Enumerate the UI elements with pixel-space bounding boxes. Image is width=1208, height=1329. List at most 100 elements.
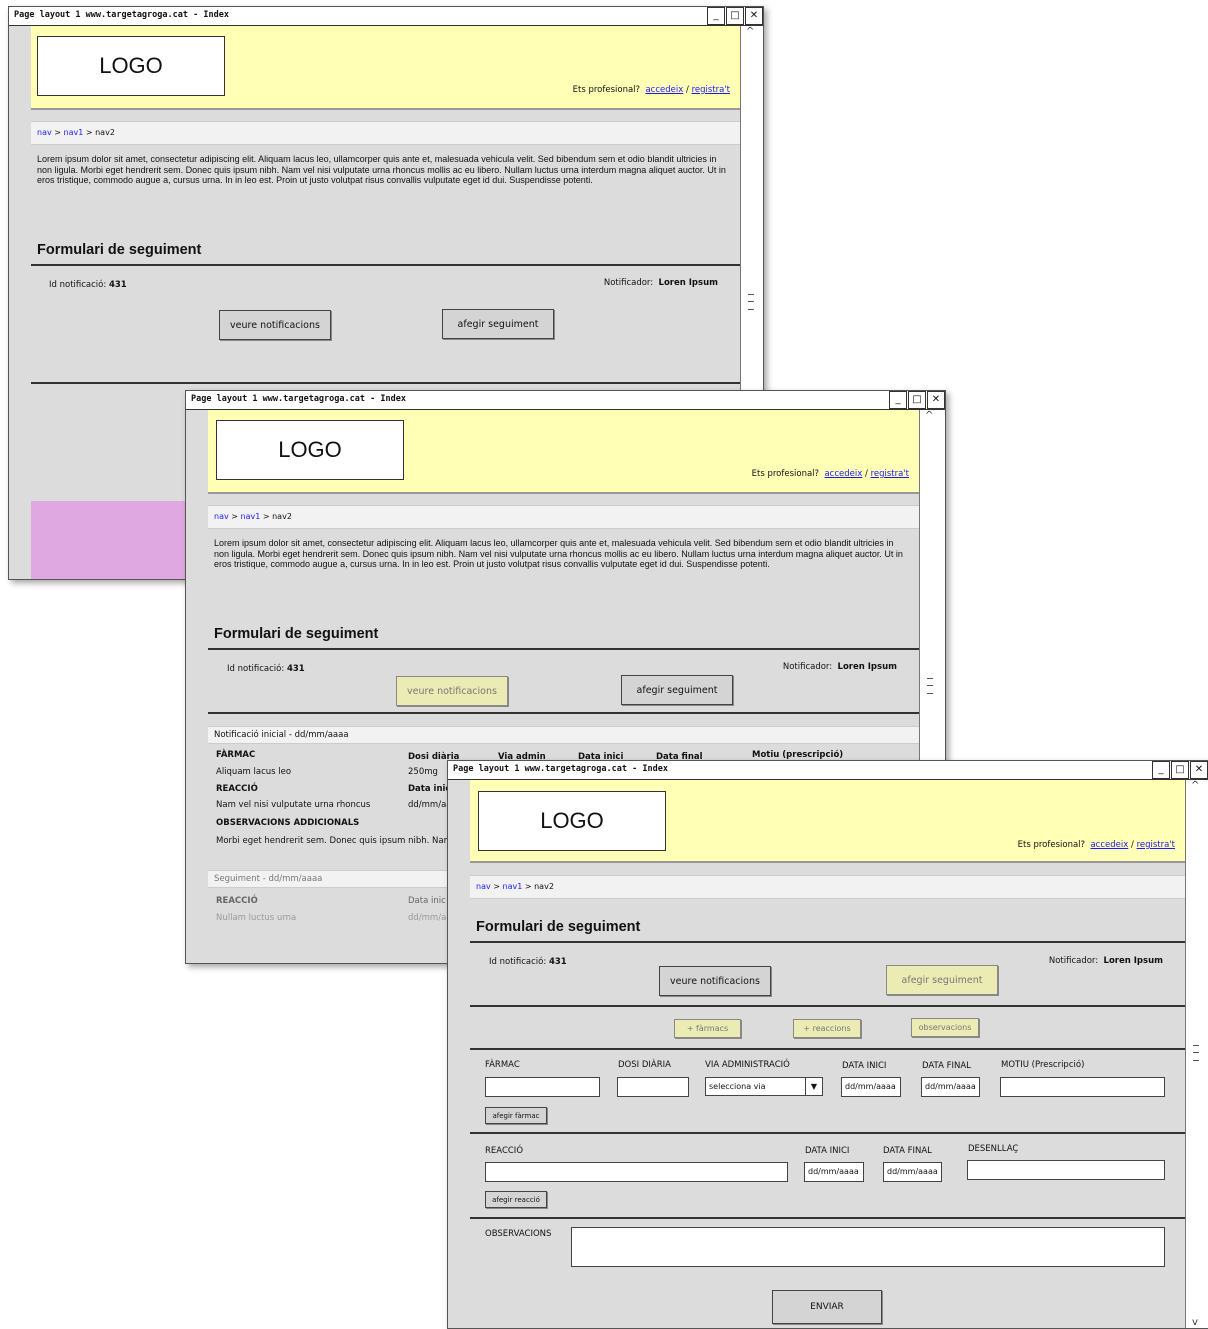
reaccio-date-label: Data inic (408, 784, 451, 794)
scroll-up-icon[interactable]: ^ (1191, 780, 1199, 791)
minimize-icon[interactable]: _ (707, 7, 725, 25)
scroll-grip-icon[interactable] (748, 294, 754, 310)
link-separator: / (685, 85, 689, 95)
divider (31, 382, 740, 384)
maximize-icon[interactable]: □ (726, 7, 744, 25)
add-reactions-button[interactable]: + reaccions (793, 1019, 861, 1038)
reaction-input[interactable] (485, 1162, 788, 1182)
view-notifications-button[interactable]: veure notificacions (219, 310, 331, 340)
breadcrumb-nav[interactable]: nav (37, 128, 52, 137)
professional-question: Ets profesional? (572, 85, 641, 95)
breadcrumb-nav1[interactable]: nav1 (503, 882, 523, 891)
notifier: Notificador: Loren Ipsum (1049, 956, 1163, 966)
dosi-value: 250mg (408, 767, 438, 777)
reaccio-label: REACCIÓ (216, 784, 258, 794)
observations-label: OBSERVACIONS (485, 1229, 552, 1239)
breadcrumb-separator: > (54, 128, 61, 137)
end-date-input[interactable]: dd/mm/aaaa (921, 1077, 980, 1097)
reaction-end-input[interactable]: dd/mm/aaaa (883, 1162, 942, 1182)
close-icon[interactable]: ✕ (927, 391, 945, 409)
breadcrumb-nav1[interactable]: nav1 (241, 512, 261, 521)
minimize-icon[interactable]: _ (1152, 761, 1170, 779)
breadcrumb: nav > nav1 > nav2 (470, 875, 1185, 899)
scroll-up-icon[interactable]: ^ (746, 26, 754, 37)
add-followup-button[interactable]: afegir seguiment (442, 309, 554, 339)
observations-label: OBSERVACIONS ADDICIONALS (216, 818, 360, 828)
add-followup-button[interactable]: afegir seguiment (886, 965, 998, 995)
divider (470, 941, 1185, 943)
header: LOGO Ets profesional? accedeix / registr… (470, 780, 1185, 863)
breadcrumb-separator: > (493, 882, 500, 891)
view-notifications-button[interactable]: veure notificacions (396, 676, 508, 706)
breadcrumb-nav[interactable]: nav (476, 882, 491, 891)
notifier: Notificador: Loren Ipsum (783, 662, 897, 672)
add-reaction-button[interactable]: afegir reacció (485, 1191, 547, 1208)
login-link[interactable]: accedeix (645, 85, 683, 95)
maximize-icon[interactable]: □ (1171, 761, 1189, 779)
breadcrumb-nav1[interactable]: nav1 (64, 128, 84, 137)
route-select[interactable]: selecciona via ▼ (705, 1077, 823, 1096)
id-notification: Id notificació: 431 (227, 664, 305, 674)
scroll-up-icon[interactable]: ^ (925, 410, 933, 421)
reason-input[interactable] (1000, 1077, 1165, 1097)
outcome-input[interactable] (967, 1160, 1165, 1180)
login-link[interactable]: accedeix (824, 469, 862, 479)
id-label: Id notificació: (227, 664, 285, 674)
divider (208, 648, 919, 650)
followup-reaccio-value: Nullam luctus urna (216, 913, 297, 923)
breadcrumb-nav[interactable]: nav (214, 512, 229, 521)
add-followup-button[interactable]: afegir seguiment (621, 675, 733, 705)
send-button[interactable]: ENVIAR (772, 1290, 882, 1324)
scroll-grip-icon[interactable] (927, 678, 933, 694)
register-link[interactable]: registra't (1137, 840, 1175, 850)
close-icon[interactable]: ✕ (745, 7, 763, 25)
initial-notification-header: Notificació inicial - dd/mm/aaaa (208, 726, 919, 744)
scrollbar[interactable]: ^ v (1185, 780, 1208, 1328)
id-label: Id notificació: (489, 957, 547, 967)
minimize-icon[interactable]: _ (889, 391, 907, 409)
maximize-icon[interactable]: □ (908, 391, 926, 409)
end-date-label: DATA FINAL (922, 1061, 971, 1071)
professional-links: Ets profesional? accedeix / registra't (1018, 840, 1175, 850)
add-drug-button[interactable]: afegir fàrmac (485, 1107, 547, 1124)
divider (31, 264, 740, 266)
start-date-input[interactable]: dd/mm/aaaa (841, 1077, 901, 1097)
notifier-value: Loren Ipsum (1103, 956, 1163, 966)
breadcrumb: nav > nav1 > nav2 (31, 121, 740, 145)
view-notifications-button[interactable]: veure notificacions (659, 966, 771, 996)
header: LOGO Ets profesional? accedeix / registr… (31, 26, 740, 110)
scroll-down-icon[interactable]: v (1192, 1317, 1198, 1328)
reaction-start-input[interactable]: dd/mm/aaaa (804, 1162, 864, 1182)
logo[interactable]: LOGO (216, 420, 404, 480)
outcome-label: DESENLLAÇ (968, 1144, 1019, 1154)
window-3: Page layout 1 www.targetagroga.cat - Ind… (447, 760, 1208, 1329)
close-icon[interactable]: ✕ (1190, 761, 1208, 779)
chevron-down-icon[interactable]: ▼ (805, 1078, 822, 1095)
window-title: Page layout 1 www.targetagroga.cat - Ind… (191, 394, 406, 404)
id-label: Id notificació: (49, 280, 107, 290)
id-value: 431 (548, 957, 567, 967)
breadcrumb-nav2: nav2 (95, 128, 115, 137)
observations-textarea[interactable] (571, 1227, 1165, 1267)
page-content: LOGO Ets profesional? accedeix / registr… (470, 780, 1185, 1328)
link-separator: / (1130, 840, 1134, 850)
id-notification: Id notificació: 431 (49, 280, 127, 290)
daily-dose-input[interactable] (617, 1077, 689, 1097)
drug-input[interactable] (485, 1077, 600, 1097)
intro-text: Lorem ipsum dolor sit amet, consectetur … (214, 538, 903, 569)
add-drugs-button[interactable]: + fàrmacs (674, 1019, 741, 1038)
reason-label: MOTIU (Prescripció) (1001, 1060, 1085, 1070)
col-farmac: FÀRMAC (216, 750, 256, 760)
register-link[interactable]: registra't (871, 469, 909, 479)
logo[interactable]: LOGO (478, 791, 666, 851)
scroll-grip-icon[interactable] (1193, 1045, 1199, 1061)
form-title: Formulari de seguiment (476, 919, 641, 935)
window-title: Page layout 1 www.targetagroga.cat - Ind… (453, 764, 668, 774)
farmac-value: Aliquam lacus leo (216, 767, 292, 777)
login-link[interactable]: accedeix (1090, 840, 1128, 850)
add-observations-button[interactable]: observacions (911, 1018, 979, 1037)
followup-date-label: Data inic (408, 896, 446, 906)
register-link[interactable]: registra't (692, 85, 730, 95)
professional-links: Ets profesional? accedeix / registra't (752, 469, 909, 479)
logo[interactable]: LOGO (37, 36, 225, 96)
